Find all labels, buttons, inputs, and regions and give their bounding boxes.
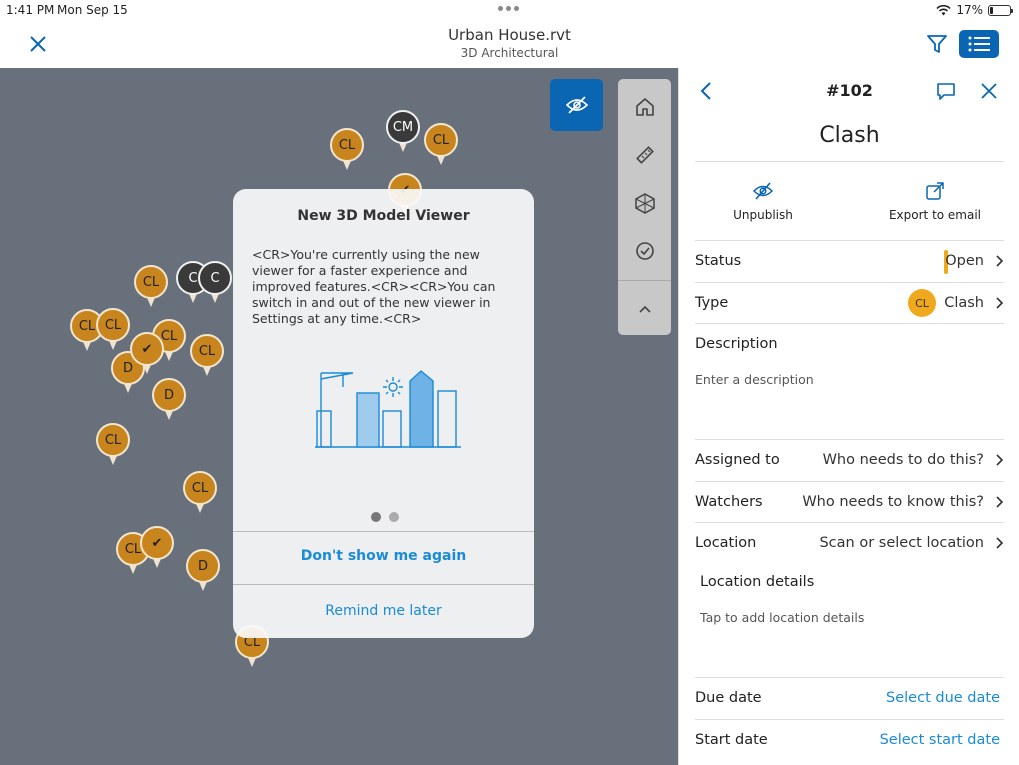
- description-input[interactable]: Enter a description: [695, 372, 814, 387]
- watchers-value: Who needs to know this?: [802, 494, 984, 510]
- close-panel-icon[interactable]: [978, 80, 1000, 102]
- issues-button[interactable]: [618, 227, 671, 275]
- location-row[interactable]: Location Scan or select location: [695, 523, 1004, 564]
- type-row[interactable]: Type CL Clash: [695, 283, 1004, 324]
- visibility-toggle-button[interactable]: [550, 79, 603, 131]
- location-details-input[interactable]: Tap to add location details: [700, 610, 864, 625]
- start-date-value[interactable]: Select start date: [880, 732, 1000, 748]
- issue-pin[interactable]: CL: [330, 128, 364, 172]
- description-row: Description: [695, 324, 1004, 365]
- issue-check-pin[interactable]: ✔: [130, 332, 164, 376]
- type-value: Clash: [944, 295, 984, 311]
- start-date-row[interactable]: Start date Select start date: [695, 720, 1004, 761]
- issue-check-pin[interactable]: ✔: [140, 526, 174, 570]
- due-date-row[interactable]: Due date Select due date: [695, 678, 1004, 719]
- chevron-right-icon: [996, 537, 1004, 549]
- location-details-label: Location details: [700, 574, 815, 590]
- chevron-right-icon: [996, 297, 1004, 309]
- issue-pin[interactable]: CM: [386, 110, 420, 154]
- model-viewer[interactable]: CL CM CL CL CL C C CL CL CL D D ✔ CL CL …: [0, 68, 678, 765]
- issue-pin[interactable]: CL: [424, 123, 458, 167]
- chevron-right-icon: [996, 496, 1004, 508]
- file-subtitle: 3D Architectural: [460, 46, 559, 60]
- home-icon: [635, 98, 654, 116]
- eye-slash-icon: [752, 182, 774, 200]
- unpublish-button[interactable]: Unpublish: [693, 180, 833, 222]
- location-label: Location: [695, 535, 757, 551]
- watchers-label: Watchers: [695, 494, 763, 510]
- status-bar: 1:41 PM Mon Sep 15 17%: [0, 0, 1019, 22]
- chevron-up-icon: [638, 305, 651, 313]
- assigned-value: Who needs to do this?: [822, 452, 984, 468]
- multitasking-dots[interactable]: [498, 6, 519, 11]
- location-details-row: Location details: [700, 562, 1009, 603]
- type-badge: CL: [908, 289, 936, 317]
- issue-pin[interactable]: CL: [96, 423, 130, 467]
- dont-show-again-button[interactable]: Don't show me again: [233, 548, 534, 564]
- export-email-label: Export to email: [888, 208, 982, 222]
- due-date-label: Due date: [695, 690, 762, 706]
- eye-slash-icon: [565, 96, 588, 114]
- check-circle-icon: [635, 242, 654, 260]
- status-value: Open: [945, 253, 984, 269]
- status-row[interactable]: Status Open: [695, 241, 1004, 282]
- export-email-button[interactable]: Export to email: [865, 180, 1005, 222]
- watchers-row[interactable]: Watchers Who needs to know this?: [695, 482, 1004, 523]
- page-indicator: [371, 512, 399, 522]
- new-viewer-dialog: New 3D Model Viewer <CR>You're currently…: [233, 189, 534, 638]
- nav-bar: Urban House.rvt 3D Architectural: [0, 22, 1019, 68]
- issue-pin[interactable]: C: [198, 261, 232, 305]
- cube-axis-icon: [634, 193, 655, 214]
- comment-icon[interactable]: [935, 80, 957, 102]
- status-date: Mon Sep 15: [57, 3, 128, 17]
- battery-icon: [988, 4, 1013, 16]
- remind-later-button[interactable]: Remind me later: [233, 603, 534, 619]
- type-label: Type: [695, 295, 729, 311]
- issue-detail-panel: #102 Clash Unpublish Export to email Sta…: [678, 68, 1019, 765]
- filter-icon[interactable]: [925, 32, 949, 56]
- issue-title: Clash: [819, 123, 880, 148]
- issue-pin[interactable]: CL: [190, 334, 224, 378]
- assigned-row[interactable]: Assigned to Who needs to do this?: [695, 440, 1004, 481]
- assigned-label: Assigned to: [695, 452, 780, 468]
- page-dot: [371, 512, 381, 522]
- issue-pin[interactable]: CL: [134, 265, 168, 309]
- ruler-icon: [635, 146, 654, 164]
- city-illustration-icon: [315, 370, 461, 448]
- start-date-label: Start date: [695, 732, 768, 748]
- unpublish-label: Unpublish: [733, 208, 793, 222]
- issue-list-button[interactable]: [959, 30, 999, 58]
- due-date-value[interactable]: Select due date: [886, 690, 1000, 706]
- collapse-toolbar-button[interactable]: [618, 285, 671, 333]
- share-icon: [926, 182, 944, 200]
- chevron-right-icon: [996, 454, 1004, 466]
- list-icon: [968, 36, 990, 52]
- chevron-right-icon: [996, 255, 1004, 267]
- issue-pin[interactable]: CL: [183, 471, 217, 515]
- battery-percent: 17%: [956, 3, 983, 17]
- location-value: Scan or select location: [819, 535, 984, 551]
- status-time: 1:41 PM: [6, 3, 55, 17]
- status-label: Status: [695, 253, 742, 269]
- page-dot: [389, 512, 399, 522]
- issue-pin[interactable]: D: [186, 549, 220, 593]
- wifi-icon: [936, 4, 951, 15]
- file-title: Urban House.rvt: [448, 26, 571, 44]
- issue-pin[interactable]: CL: [96, 308, 130, 352]
- issue-number: #102: [826, 81, 873, 100]
- dialog-body: <CR>You're currently using the new viewe…: [252, 247, 496, 326]
- model-browser-button[interactable]: [618, 179, 671, 227]
- description-label: Description: [695, 336, 778, 352]
- status-right: 17%: [936, 3, 1013, 17]
- dialog-title: New 3D Model Viewer: [297, 208, 470, 224]
- viewer-toolbar: [618, 79, 671, 335]
- home-button[interactable]: [618, 83, 671, 131]
- issue-pin[interactable]: D: [152, 378, 186, 422]
- measure-button[interactable]: [618, 131, 671, 179]
